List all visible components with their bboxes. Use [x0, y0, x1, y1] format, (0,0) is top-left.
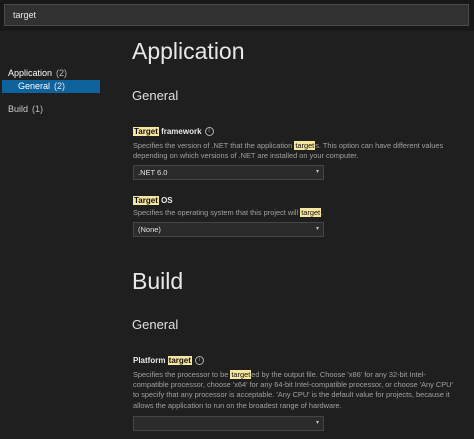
settings-content: Application General Target framework i Sp… — [100, 31, 474, 439]
target-os-label: Target OS — [133, 196, 173, 205]
sidebar-item-label: Application — [8, 68, 53, 78]
subsection-title-general: General — [132, 88, 179, 103]
chevron-down-icon: ▾ — [315, 420, 319, 426]
platform-target-description: Specifies the processor to be targeted b… — [133, 370, 453, 410]
subsection-title-general: General — [132, 317, 179, 332]
target-framework-label: Target framework i — [133, 127, 214, 137]
info-circle-icon[interactable]: i — [204, 127, 214, 137]
sidebar-item-general[interactable]: General (2) — [2, 80, 100, 93]
platform-target-select[interactable]: ▾ — [133, 416, 324, 431]
chevron-down-icon: ▾ — [315, 169, 319, 175]
section-title-build: Build — [132, 268, 184, 294]
platform-target-label: Platform target i — [133, 356, 204, 366]
target-os-select[interactable]: (None) ▾ — [133, 222, 324, 237]
target-os-description: Specifies the operating system that this… — [133, 208, 324, 217]
sidebar-item-count: (2) — [54, 81, 66, 91]
section-title-application: Application — [132, 38, 245, 64]
sidebar-item-build[interactable]: Build (1) — [8, 104, 43, 114]
top-bar: target — [0, 0, 474, 31]
target-framework-description: Specifies the version of .NET that the a… — [133, 141, 444, 161]
sidebar-item-application[interactable]: Application (2) — [8, 68, 67, 78]
sidebar-item-count: (2) — [56, 68, 68, 78]
sidebar-item-label: Build — [8, 104, 29, 114]
sidebar-item-count: (1) — [32, 104, 44, 114]
target-framework-select[interactable]: .NET 6.0 ▾ — [133, 165, 324, 180]
info-circle-icon[interactable]: i — [194, 356, 204, 366]
sidebar: Application (2) General (2) Build (1) — [0, 31, 100, 439]
chevron-down-icon: ▾ — [315, 226, 319, 232]
sidebar-item-label: General — [18, 81, 51, 91]
search-input[interactable]: target — [4, 4, 469, 26]
